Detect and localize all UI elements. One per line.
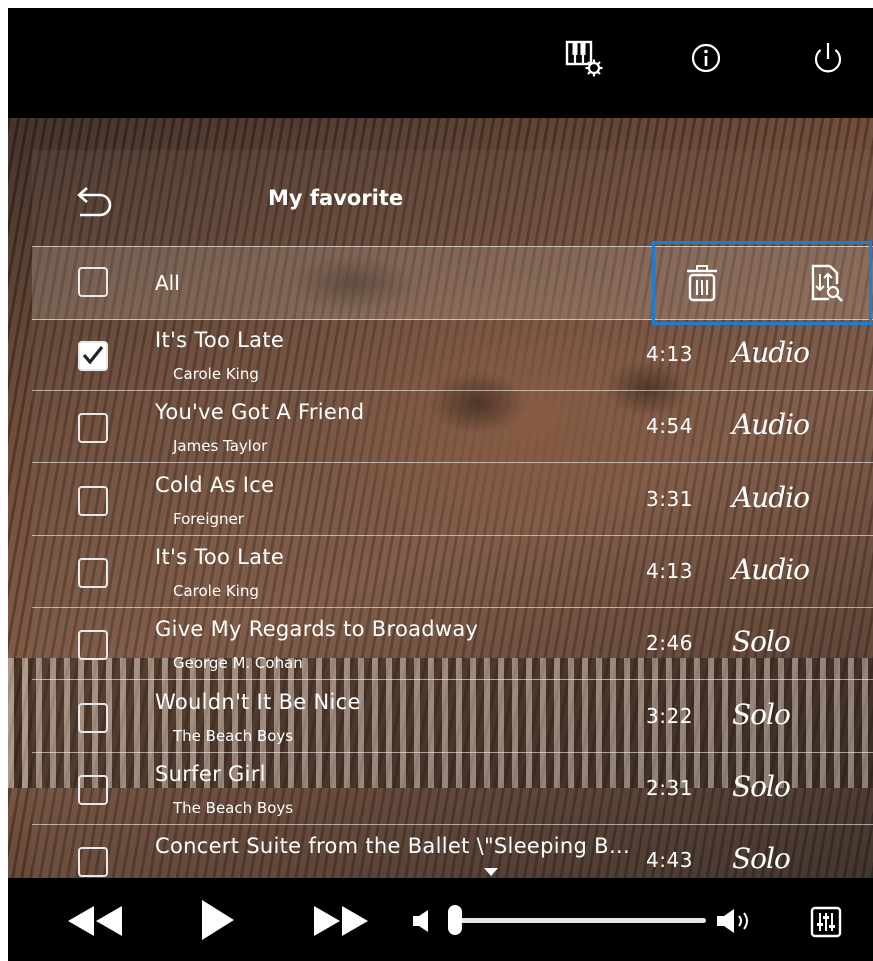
song-checkbox[interactable] <box>78 557 108 588</box>
song-duration: 3:31 <box>646 486 693 511</box>
background-stage: My favorite All It's Too Late Carole Kin… <box>8 118 873 878</box>
song-artist: James Taylor <box>173 437 268 456</box>
song-title: Surfer Girl <box>155 761 266 786</box>
song-row[interactable]: Concert Suite from the Ballet \"Sleeping… <box>32 824 873 878</box>
trash-icon[interactable] <box>682 262 722 304</box>
checkmark-icon <box>82 346 104 365</box>
fast-forward-icon[interactable] <box>310 902 372 940</box>
song-artist: Foreigner <box>173 509 244 528</box>
song-title: Give My Regards to Broadway <box>155 617 479 642</box>
song-row[interactable]: Cold As Ice Foreigner 3:31 Audio <box>32 463 873 536</box>
favorites-panel: My favorite All It's Too Late Carole Kin… <box>32 150 873 878</box>
song-duration: 2:31 <box>646 775 693 800</box>
power-icon[interactable] <box>808 38 848 78</box>
song-checkbox[interactable] <box>78 630 108 661</box>
action-toolbar <box>652 241 872 325</box>
volume-slider-track[interactable] <box>460 918 706 923</box>
back-arrow-icon[interactable] <box>74 180 120 220</box>
song-checkbox[interactable] <box>78 702 108 733</box>
song-artist: George M. Cohan <box>173 654 303 673</box>
song-row[interactable]: Wouldn't It Be Nice The Beach Boys 3:22 Sol… <box>32 680 873 753</box>
page-title: My favorite <box>268 186 404 210</box>
song-row[interactable]: Give My Regards to Broadway George M. Coh… <box>32 607 873 681</box>
rewind-icon[interactable] <box>64 902 126 940</box>
song-type-label: Audio <box>732 336 810 369</box>
song-type-label: Solo <box>732 625 791 659</box>
song-checkbox[interactable] <box>78 847 108 878</box>
song-checkbox[interactable] <box>78 774 108 805</box>
song-type-label: Audio <box>732 480 810 514</box>
sort-icon[interactable] <box>805 262 845 304</box>
volume-high-icon[interactable] <box>714 906 756 936</box>
song-type-label: Audio <box>732 552 810 586</box>
song-type-label: Audio <box>732 408 810 442</box>
song-title: Concert Suite from the Ballet \"Sleeping… <box>155 834 631 859</box>
song-title: It's Too Late <box>155 328 285 352</box>
select-all-label: All <box>155 271 180 295</box>
top-bar <box>8 8 873 118</box>
scroll-down-indicator[interactable] <box>484 868 498 876</box>
song-artist: The Beach Boys <box>173 798 294 817</box>
transport-bar <box>8 878 873 961</box>
song-duration: 3:22 <box>646 703 693 728</box>
song-checkbox[interactable] <box>78 341 108 371</box>
song-title: You've Got A Friend <box>155 400 365 425</box>
song-duration: 2:46 <box>646 631 693 656</box>
song-type-label: Solo <box>732 697 791 731</box>
song-duration: 4:13 <box>646 558 693 583</box>
song-duration: 4:43 <box>646 848 693 873</box>
select-all-checkbox[interactable] <box>78 267 108 297</box>
song-duration: 4:54 <box>646 414 693 439</box>
mixer-icon[interactable] <box>810 906 842 938</box>
song-row[interactable]: It's Too Late Carole King 4:13 Audio <box>32 318 873 391</box>
song-artist: Carole King <box>173 365 259 383</box>
piano-settings-icon[interactable] <box>564 38 604 78</box>
song-row[interactable]: It's Too Late Carole King 4:13 Audio <box>32 535 873 608</box>
song-duration: 4:13 <box>646 342 693 366</box>
song-row[interactable]: Surfer Girl The Beach Boys 2:31 Solo <box>32 752 873 825</box>
song-title: Wouldn't It Be Nice <box>155 689 361 714</box>
play-icon[interactable] <box>198 896 238 944</box>
panel-header: My favorite <box>32 150 873 245</box>
song-type-label: Solo <box>732 842 791 876</box>
song-artist: The Beach Boys <box>173 726 294 745</box>
song-row[interactable]: You've Got A Friend James Taylor 4:54 Audio <box>32 390 873 464</box>
info-icon[interactable] <box>686 38 726 78</box>
volume-low-icon[interactable] <box>410 908 436 934</box>
select-all-row: All <box>32 241 873 325</box>
song-title: Cold As Ice <box>155 472 275 497</box>
song-title: It's Too Late <box>155 544 285 569</box>
app-window: My favorite All It's Too Late Carole Kin… <box>8 8 873 961</box>
song-checkbox[interactable] <box>78 413 108 444</box>
song-type-label: Solo <box>732 769 791 803</box>
song-checkbox[interactable] <box>78 485 108 516</box>
volume-slider-knob[interactable] <box>448 905 462 935</box>
song-artist: Carole King <box>173 581 259 600</box>
